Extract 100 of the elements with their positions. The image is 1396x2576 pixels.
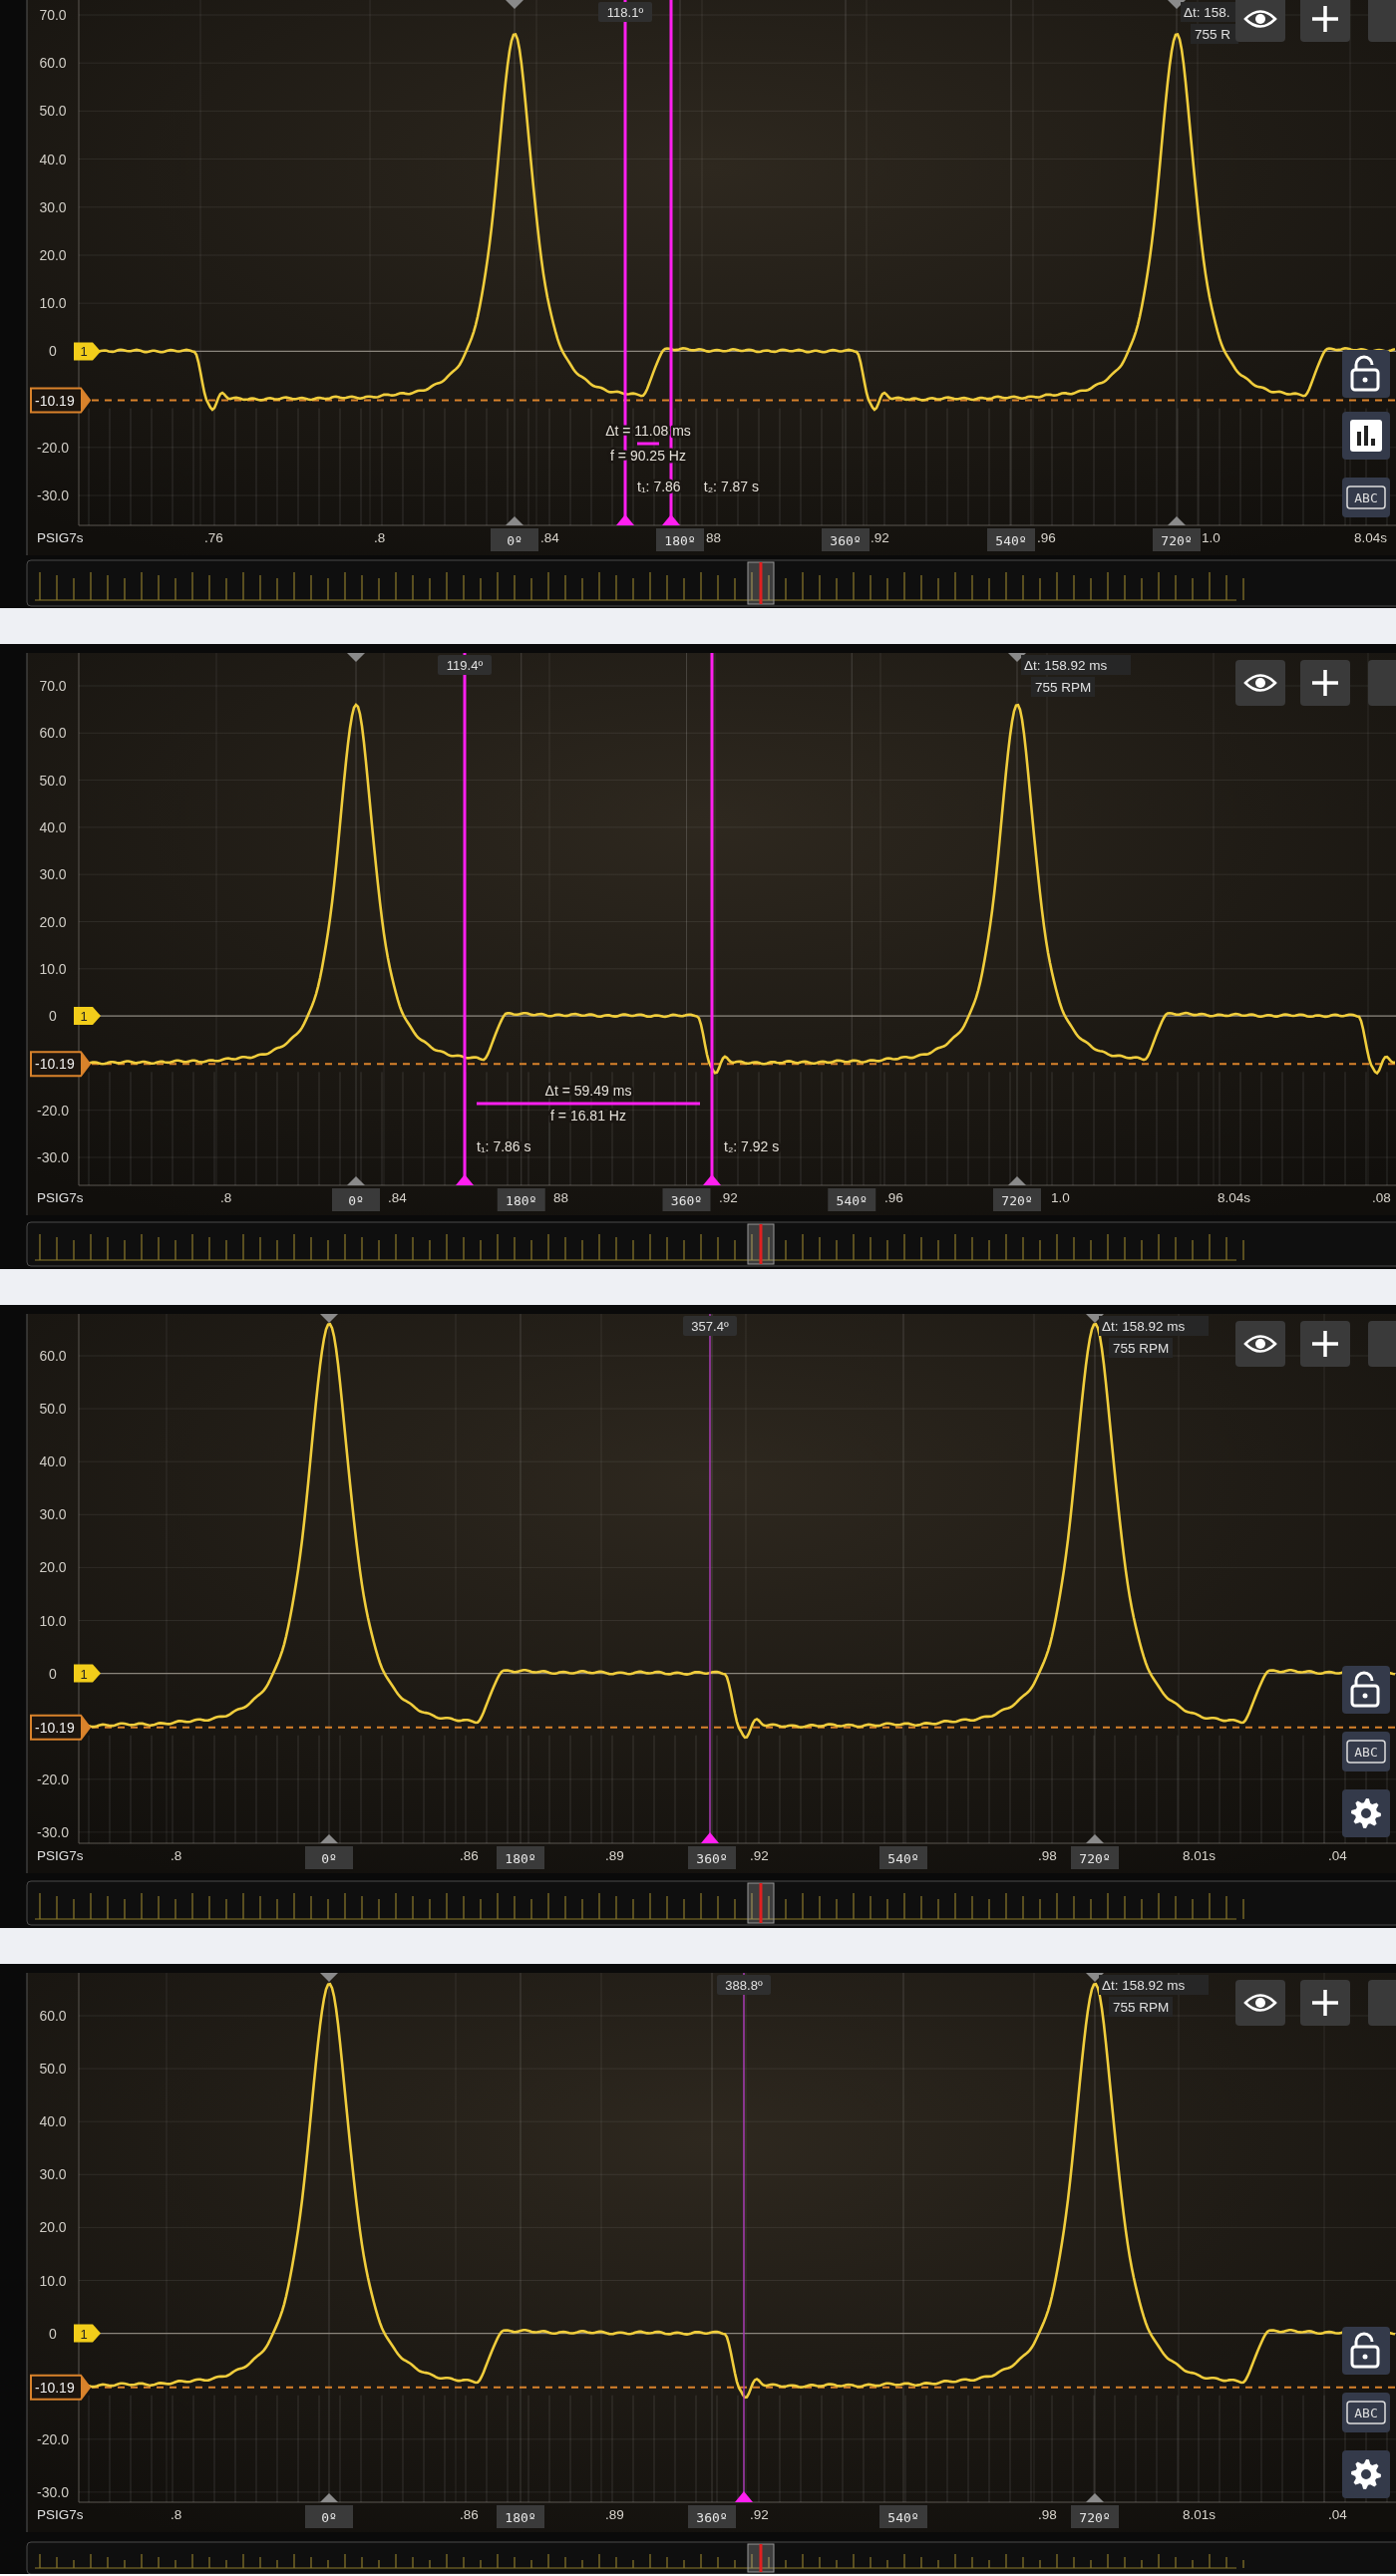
visibility-button[interactable] <box>1235 660 1285 706</box>
cursor-time-label: t₁: 7.86 s <box>477 1138 531 1154</box>
angle-label: 720º <box>1071 2505 1119 2528</box>
add-button[interactable] <box>1300 660 1350 706</box>
y-tick-label: 20.0 <box>39 2219 67 2236</box>
y-tick-label: 40.0 <box>39 1453 67 1470</box>
text-button[interactable]: ABC <box>1342 2393 1390 2432</box>
visibility-button[interactable] <box>1235 1321 1285 1367</box>
text-button[interactable]: ABC <box>1342 1732 1390 1771</box>
visibility-button[interactable] <box>1235 1980 1285 2026</box>
cursor-angle-label: 388.8º <box>717 1975 771 1995</box>
triangle-marker <box>1008 1176 1026 1185</box>
time-label: .84 <box>540 530 559 545</box>
settings-button[interactable] <box>1342 2450 1390 2498</box>
triangle-marker <box>320 1834 338 1843</box>
measurement-line <box>637 442 659 446</box>
add-button[interactable] <box>1300 1321 1350 1367</box>
time-label: 1.0 <box>1051 1190 1070 1205</box>
triangle-marker <box>1086 1314 1104 1323</box>
axis-label: PSIG7s <box>37 2507 84 2522</box>
angle-label: 360º <box>688 1846 736 1869</box>
axis-label: PSIG7s <box>37 1848 84 1863</box>
plus-icon <box>1310 1329 1340 1359</box>
triangle-marker <box>506 516 524 525</box>
angle-label: 360º <box>822 528 870 551</box>
time-label: .92 <box>750 1848 769 1863</box>
time-label: .96 <box>884 1190 903 1205</box>
settings-button[interactable] <box>1342 1789 1390 1837</box>
triangle-marker <box>347 653 365 662</box>
y-tick-label: -30.0 <box>37 1823 69 1840</box>
channel-marker[interactable]: 1 <box>74 2324 101 2343</box>
angle-label: 180º <box>497 2505 544 2528</box>
triangle-marker <box>320 1314 338 1323</box>
plus-icon <box>1310 1988 1340 2018</box>
y-tick-label: 40.0 <box>39 151 67 167</box>
angle-label: 540º <box>879 1846 927 1869</box>
cursor-angle-label: 119.4º <box>438 655 492 675</box>
rpm-label: 755 RPM <box>1109 1338 1173 1358</box>
angle-label: 180º <box>497 1846 544 1869</box>
y-tick-label: 30.0 <box>39 198 67 215</box>
y-tick-label: -20.0 <box>37 439 69 456</box>
delta-time-label: Δt = 59.49 ms <box>544 1083 632 1099</box>
y-tick-label: 0 <box>49 2325 57 2342</box>
y-tick-label: -30.0 <box>37 2483 69 2500</box>
axis-label: PSIG7s <box>37 530 84 545</box>
time-label: .76 <box>204 530 223 545</box>
time-label: .86 <box>460 1848 479 1863</box>
y-tick-label: 20.0 <box>39 247 67 263</box>
cursor-time-label: t₂: 7.87 s <box>703 479 760 494</box>
angle-label: 0º <box>332 1188 380 1211</box>
lock-icon <box>1350 1671 1380 1708</box>
angle-label: 180º <box>656 528 704 551</box>
plus-icon <box>1310 668 1340 698</box>
angle-label: 720º <box>1071 1846 1119 1869</box>
rpm-label: 755 R <box>1191 24 1238 44</box>
cursor-line[interactable] <box>703 653 721 1185</box>
lock-button[interactable] <box>1342 1666 1390 1714</box>
axis-label: PSIG7s <box>37 1190 84 1205</box>
add-button[interactable] <box>1300 0 1350 42</box>
time-label: 8.04s <box>1218 1190 1251 1205</box>
time-label: 88 <box>553 1190 569 1205</box>
plus-icon <box>1310 4 1340 34</box>
channel-marker[interactable]: 1 <box>74 1664 101 1683</box>
y-tick-label: 20.0 <box>39 1559 67 1576</box>
channel-marker[interactable]: 1 <box>74 342 101 361</box>
angle-label: 360º <box>662 1188 711 1211</box>
y-tick-label: -30.0 <box>37 487 69 503</box>
time-label: 8.04s <box>1354 530 1388 545</box>
triangle-marker <box>347 1176 365 1185</box>
angle-label: 180º <box>497 1188 545 1211</box>
reference-marker[interactable]: -10.19 <box>30 1051 92 1078</box>
lock-button[interactable] <box>1342 2327 1390 2375</box>
add-button[interactable] <box>1300 1980 1350 2026</box>
cursor-angle-label: 357.4º <box>683 1316 737 1336</box>
chart-button[interactable] <box>1342 412 1390 460</box>
channel-marker[interactable]: 1 <box>74 1007 101 1026</box>
time-label: .96 <box>1037 530 1056 545</box>
y-tick-label: 40.0 <box>39 818 67 835</box>
y-tick-label: 10.0 <box>39 960 67 977</box>
text-button[interactable]: ABC <box>1342 478 1390 517</box>
y-tick-label: 50.0 <box>39 1401 67 1418</box>
triangle-marker <box>1008 653 1026 662</box>
angle-label: 540º <box>879 2505 927 2528</box>
time-label: 8.01s <box>1183 2507 1217 2522</box>
time-label: .8 <box>220 1190 232 1205</box>
time-label: .98 <box>1038 2507 1057 2522</box>
reference-marker[interactable]: -10.19 <box>30 2374 92 2401</box>
visibility-button[interactable] <box>1235 0 1285 42</box>
angle-label: 360º <box>688 2505 736 2528</box>
y-tick-label: 0 <box>49 343 57 360</box>
time-label: .98 <box>1038 1848 1057 1863</box>
reference-marker[interactable]: -10.19 <box>30 1714 92 1741</box>
time-label: .86 <box>460 2507 479 2522</box>
reference-marker[interactable]: -10.19 <box>30 387 92 414</box>
settings-icon <box>1351 2459 1381 2489</box>
y-tick-label: 10.0 <box>39 1612 67 1629</box>
time-label: .04 <box>1328 1848 1347 1863</box>
lock-button[interactable] <box>1342 350 1390 398</box>
time-label: .89 <box>605 1848 624 1863</box>
y-tick-label: 50.0 <box>39 103 67 120</box>
